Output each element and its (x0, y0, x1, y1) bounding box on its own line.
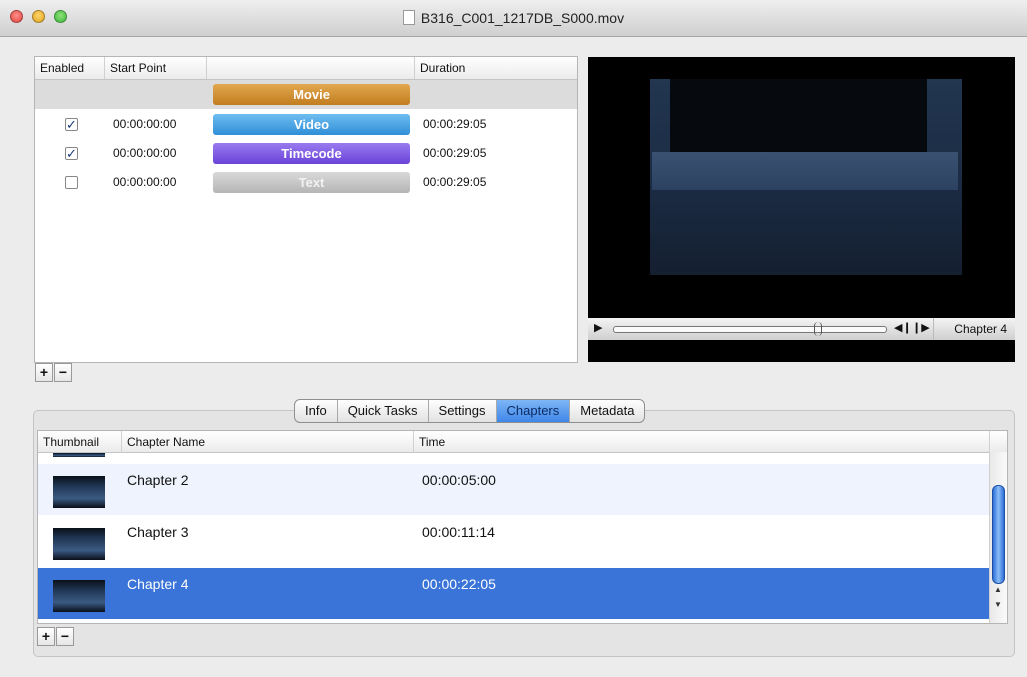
track-row-video[interactable]: ✓ 00:00:00:00 Video 00:00:29:05 (35, 110, 577, 139)
track-row-timecode[interactable]: ✓ 00:00:00:00 Timecode 00:00:29:05 (35, 139, 577, 168)
chapter-thumbnail (53, 580, 105, 612)
scroll-up-icon[interactable]: ▲ (994, 585, 1002, 594)
inspector-tabs: Info Quick Tasks Settings Chapters Metad… (294, 399, 646, 423)
step-back-icon[interactable]: ◀❙ (894, 321, 912, 334)
tab-chapters[interactable]: Chapters (496, 400, 571, 422)
play-icon[interactable]: ▶ (594, 321, 602, 334)
enabled-checkbox-video[interactable]: ✓ (65, 118, 78, 131)
timeline-scrubber[interactable] (613, 326, 887, 333)
player-controls: ▶ ◀❙ ❙▶ Chapter 4 (588, 318, 1015, 340)
track-pill-timecode: Timecode (213, 143, 410, 164)
column-header-enabled[interactable]: Enabled (35, 57, 105, 79)
chapter-time: 00:00:05:00 (422, 472, 496, 488)
chapter-thumbnail (53, 476, 105, 508)
window-title: B316_C001_1217DB_S000.mov (420, 10, 625, 26)
chapter-popup[interactable]: Chapter 4 (933, 318, 1015, 340)
chapter-row-selected[interactable]: Chapter 4 00:00:22:05 (38, 568, 990, 619)
track-pill-movie: Movie (213, 84, 410, 105)
duration-text: 00:00:29:05 (423, 175, 487, 189)
chapter-name: Chapter 3 (127, 524, 189, 540)
column-header-chapter-name[interactable]: Chapter Name (122, 431, 414, 453)
column-header-thumbnail[interactable]: Thumbnail (38, 431, 122, 453)
enabled-checkbox-timecode[interactable]: ✓ (65, 147, 78, 160)
playhead-handle[interactable] (814, 322, 822, 336)
chapter-row-partial (38, 453, 990, 464)
video-frame-ledge (652, 152, 958, 190)
window-title-area: B316_C001_1217DB_S000.mov (0, 10, 1027, 26)
chapter-scrollbar[interactable]: ▲ ▼ (989, 452, 1007, 623)
title-bar: B316_C001_1217DB_S000.mov (0, 0, 1027, 37)
video-frame-dark-area (670, 79, 927, 154)
track-pill-video: Video (213, 114, 410, 135)
remove-chapter-button[interactable]: − (56, 627, 74, 646)
track-row-text[interactable]: 00:00:00:00 Text 00:00:29:05 (35, 168, 577, 197)
chapter-thumbnail (53, 453, 105, 457)
tab-metadata[interactable]: Metadata (570, 400, 644, 422)
chapter-table-header: Thumbnail Chapter Name Time (38, 431, 1007, 453)
tab-info[interactable]: Info (295, 400, 338, 422)
track-table: Enabled Start Point Duration Movie ✓ 00:… (34, 56, 578, 363)
tab-settings[interactable]: Settings (429, 400, 497, 422)
add-chapter-button[interactable]: + (37, 627, 55, 646)
duration-video: 00:00:29:05 (423, 117, 487, 131)
enabled-checkbox-text[interactable] (65, 176, 78, 189)
column-header-start-point[interactable]: Start Point (105, 57, 207, 79)
add-track-button[interactable]: + (35, 363, 53, 382)
chapter-name: Chapter 4 (127, 576, 189, 592)
tab-quick-tasks[interactable]: Quick Tasks (338, 400, 429, 422)
app-window: B316_C001_1217DB_S000.mov Enabled Start … (0, 0, 1027, 677)
column-header-track[interactable] (207, 57, 415, 79)
start-point-timecode: 00:00:00:00 (113, 146, 177, 160)
chapter-table: Thumbnail Chapter Name Time Chapter 2 00… (37, 430, 1008, 624)
scrollbar-knob[interactable] (992, 485, 1005, 584)
track-row-movie[interactable]: Movie (35, 80, 577, 109)
track-pill-text: Text (213, 172, 410, 193)
track-table-header: Enabled Start Point Duration (35, 57, 577, 80)
start-point-text: 00:00:00:00 (113, 175, 177, 189)
column-header-time[interactable]: Time (414, 431, 990, 453)
scroll-down-icon[interactable]: ▼ (994, 600, 1002, 609)
chapter-row[interactable]: Chapter 3 00:00:11:14 (38, 516, 990, 567)
duration-timecode: 00:00:29:05 (423, 146, 487, 160)
start-point-video: 00:00:00:00 (113, 117, 177, 131)
column-header-duration[interactable]: Duration (415, 57, 577, 79)
chapter-time: 00:00:11:14 (422, 524, 495, 540)
chapter-name: Chapter 2 (127, 472, 189, 488)
remove-track-button[interactable]: − (54, 363, 72, 382)
chapter-row[interactable]: Chapter 2 00:00:05:00 (38, 464, 990, 515)
chapter-time: 00:00:22:05 (422, 576, 496, 592)
step-forward-icon[interactable]: ❙▶ (912, 321, 930, 334)
chapter-thumbnail (53, 528, 105, 560)
document-icon (402, 10, 415, 25)
